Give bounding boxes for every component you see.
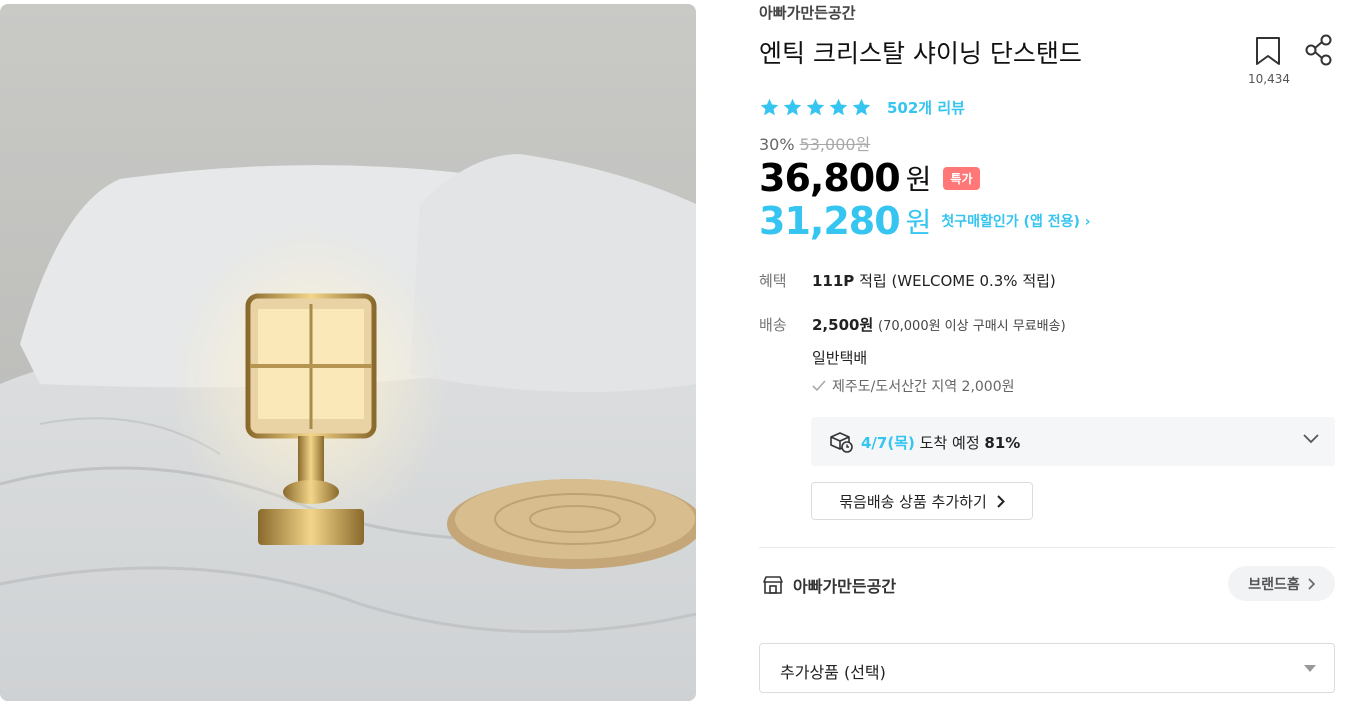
sale-price-unit: 원	[905, 163, 932, 196]
product-info-panel: 아빠가만든공간 엔틱 크리스탈 샤이닝 단스탠드 10,434 502개 리뷰 …	[759, 0, 1335, 701]
app-price: 31,280	[759, 199, 901, 243]
addon-select-value: 추가상품 (선택)	[780, 663, 886, 682]
brand-home-button[interactable]: 브랜드홈	[1228, 566, 1335, 601]
share-button[interactable]	[1305, 34, 1333, 70]
shipping-method: 일반택배	[812, 349, 868, 367]
arrival-text: 4/7(목) 도착 예정 81%	[861, 432, 1020, 453]
rating-row: 502개 리뷰	[759, 97, 965, 118]
shipping-fee-row: 2,500원 (70,000원 이상 구매시 무료배송)	[812, 314, 1066, 335]
chevron-right-icon	[1308, 577, 1315, 590]
app-price-row: 31,280 원 첫구매할인가 (앱 전용) ›	[759, 199, 1091, 243]
discount-rate: 30%	[759, 135, 795, 154]
product-image	[0, 4, 696, 701]
star-icon	[760, 98, 779, 116]
share-icon	[1305, 34, 1332, 66]
price-row: 36,800 원 특가	[759, 156, 980, 200]
star-icon	[783, 98, 802, 116]
special-badge: 특가	[943, 166, 980, 190]
delivery-box-icon	[830, 432, 853, 453]
review-count-link[interactable]: 502개 리뷰	[887, 97, 965, 118]
jeju-shipping-note: 제주도/도서산간 지역 2,000원	[812, 376, 1015, 396]
caret-down-icon	[1304, 665, 1316, 672]
brand-home-label: 브랜드홈	[1248, 576, 1300, 593]
arrival-rate: 81%	[984, 434, 1021, 452]
brand-name[interactable]: 아빠가만든공간	[759, 2, 856, 23]
original-price: 53,000원	[799, 135, 871, 154]
check-icon	[812, 380, 826, 392]
divider	[759, 547, 1335, 548]
app-price-unit: 원	[905, 206, 932, 239]
add-bundle-shipping-button[interactable]: 묶음배송 상품 추가하기	[811, 482, 1033, 520]
bookmark-count: 10,434	[1248, 72, 1290, 86]
discount-row: 30% 53,000원	[759, 131, 870, 155]
store-name: 아빠가만든공간	[793, 577, 897, 596]
free-shipping-note: (70,000원 이상 구매시 무료배송)	[878, 319, 1066, 334]
shipping-label: 배송	[759, 316, 787, 334]
first-purchase-discount-link[interactable]: 첫구매할인가 (앱 전용) ›	[941, 211, 1090, 231]
addon-product-select[interactable]: 추가상품 (선택)	[759, 643, 1335, 693]
store-link[interactable]: 아빠가만든공간	[762, 573, 896, 597]
star-icon	[806, 98, 825, 116]
benefit-value: 111P 적립 (WELCOME 0.3% 적립)	[812, 270, 1056, 291]
benefit-points-text: 적립 (WELCOME 0.3% 적립)	[859, 272, 1056, 290]
benefit-label: 혜택	[759, 272, 787, 290]
benefit-points: 111P	[812, 272, 855, 290]
store-icon	[763, 576, 783, 594]
star-icon	[829, 98, 848, 116]
bookmark-icon	[1256, 37, 1280, 65]
star-rating	[759, 97, 872, 118]
arrival-date: 4/7(목)	[861, 434, 915, 452]
jeju-note-text: 제주도/도서산간 지역 2,000원	[832, 379, 1015, 395]
arrival-label: 도착 예정	[919, 434, 980, 452]
chevron-right-icon	[997, 494, 1005, 508]
shipping-fee: 2,500원	[812, 316, 874, 334]
product-title: 엔틱 크리스탈 샤이닝 단스탠드	[759, 39, 1082, 68]
sale-price: 36,800	[759, 156, 901, 200]
bundle-button-label: 묶음배송 상품 추가하기	[839, 492, 987, 511]
bookmark-button[interactable]: 10,434	[1248, 36, 1290, 86]
chevron-down-icon	[1303, 434, 1319, 444]
arrival-estimate-dropdown[interactable]: 4/7(목) 도착 예정 81%	[811, 417, 1335, 466]
star-icon	[852, 98, 871, 116]
